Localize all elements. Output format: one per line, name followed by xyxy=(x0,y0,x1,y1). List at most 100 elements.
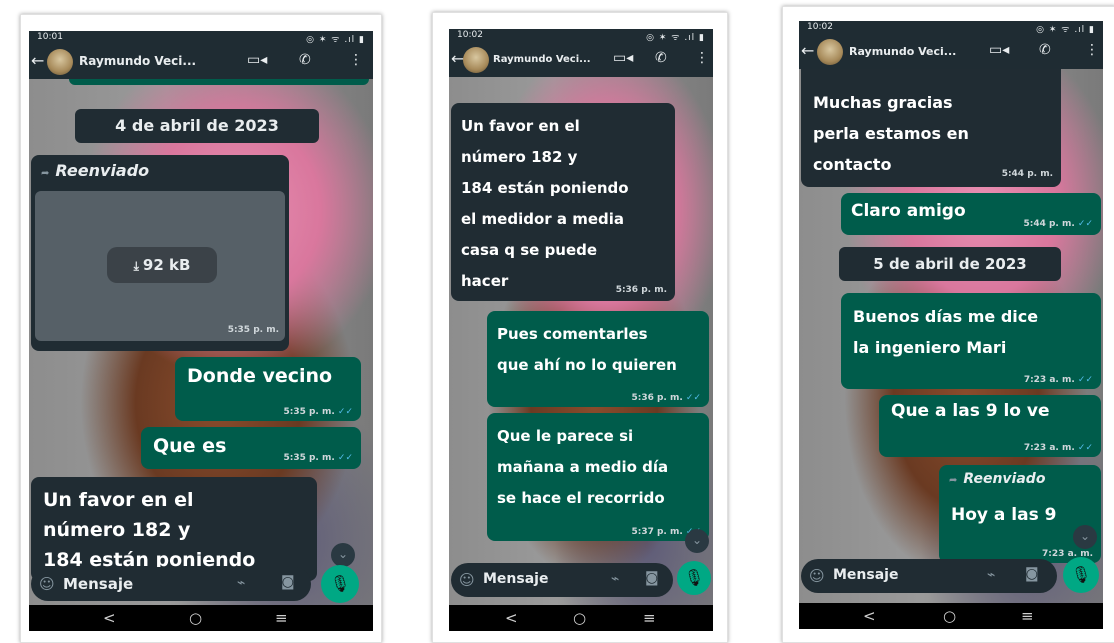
date-chip: 5 de abril de 2023 xyxy=(839,247,1061,281)
contact-avatar[interactable] xyxy=(47,49,73,75)
forwarded-label: ➦ Reenviado xyxy=(949,471,1045,487)
phone-call-icon[interactable]: ✆ xyxy=(1039,42,1051,58)
mic-button[interactable]: 🎙 xyxy=(677,561,711,595)
nav-recent-icon[interactable]: ≡ xyxy=(643,609,656,627)
message-text: Que le parece si mañana a medio día se h… xyxy=(497,427,669,507)
outgoing-message[interactable]: Claro amigo 5:44 p. m. ✓✓ xyxy=(841,193,1101,235)
video-call-icon[interactable]: ▭◂ xyxy=(613,50,633,66)
contact-name[interactable]: Raymundo Veci... xyxy=(493,54,591,65)
message-input[interactable]: Mensaje xyxy=(833,567,898,583)
outgoing-message[interactable]: Donde vecino 5:35 p. m. ✓✓ xyxy=(175,357,361,421)
nav-recent-icon[interactable]: ≡ xyxy=(1021,607,1034,625)
menu-icon[interactable]: ⋮ xyxy=(695,50,709,66)
forwarded-outgoing-message[interactable]: ➦ Reenviado Hoy a las 9 7:23 a. m. xyxy=(939,465,1101,563)
nav-back-icon[interactable]: < xyxy=(103,609,116,627)
android-nav-bar: < ○ ≡ xyxy=(29,605,373,631)
scroll-down-button[interactable]: ⌄ xyxy=(331,543,355,567)
contact-avatar[interactable] xyxy=(817,39,843,65)
back-arrow-icon[interactable]: ← xyxy=(801,41,814,60)
scroll-down-button[interactable]: ⌄ xyxy=(685,529,709,553)
status-time: 10:02 xyxy=(807,22,833,32)
scroll-down-button[interactable]: ⌄ xyxy=(1073,525,1097,549)
forwarded-text: Reenviado xyxy=(55,161,150,180)
video-call-icon[interactable]: ▭◂ xyxy=(989,42,1009,58)
camera-icon[interactable]: ◙ xyxy=(1025,566,1039,582)
status-bar: 10:01 ◎ ✶ ᯤ .ıl ▮ xyxy=(29,31,373,45)
message-text: Hoy a las 9 xyxy=(951,505,1057,525)
read-check-icon: ✓✓ xyxy=(337,453,353,463)
download-icon: ⤓ xyxy=(133,259,139,273)
forwarded-file-message[interactable]: ➦ Reenviado ⤓ 92 kB 5:35 p. m. xyxy=(31,155,289,351)
forward-icon: ➦ xyxy=(949,475,958,486)
contact-avatar[interactable] xyxy=(463,47,489,73)
screenshot-panel-3: 10:02 ◎ ✶ ᯤ .ıl ▮ ← Raymundo Veci... ▭◂ … xyxy=(782,6,1114,643)
emoji-icon[interactable]: ☺ xyxy=(809,567,825,585)
message-text: Pues comentarles que ahí no lo quieren xyxy=(497,325,677,374)
file-size: 92 kB xyxy=(142,256,191,274)
status-icons: ◎ ✶ ᯤ .ıl ▮ xyxy=(646,33,705,43)
message-input[interactable]: Mensaje xyxy=(483,571,548,587)
read-check-icon: ✓✓ xyxy=(1077,219,1093,229)
chat-header: ← Raymundo Veci... ▭◂ ✆ ⋮ xyxy=(799,35,1103,69)
status-time: 10:01 xyxy=(37,32,63,42)
message-text: Un favor en el número 182 y 184 están po… xyxy=(461,117,629,290)
attach-icon[interactable]: ⌁ xyxy=(987,567,995,583)
nav-home-icon[interactable]: ○ xyxy=(573,609,586,627)
outgoing-message[interactable]: Buenos días me dice la ingeniero Mari 7:… xyxy=(841,293,1101,389)
mic-button[interactable]: 🎙 xyxy=(1063,557,1099,593)
message-time: 5:44 p. m. xyxy=(1001,169,1053,179)
android-nav-bar: < ○ ≡ xyxy=(449,605,713,631)
nav-recent-icon[interactable]: ≡ xyxy=(275,609,288,627)
contact-name[interactable]: Raymundo Veci... xyxy=(79,54,196,68)
attach-icon[interactable]: ⌁ xyxy=(237,575,245,591)
incoming-message[interactable]: Muchas gracias perla estamos en contacto… xyxy=(801,69,1061,187)
emoji-icon[interactable]: ☺ xyxy=(459,571,475,589)
message-composer[interactable]: ☺ Mensaje ⌁ ◙ xyxy=(31,567,311,601)
outgoing-message[interactable]: Que es 5:35 p. m. ✓✓ xyxy=(141,427,361,469)
nav-home-icon[interactable]: ○ xyxy=(189,609,202,627)
message-input[interactable]: Mensaje xyxy=(63,575,133,593)
mic-button[interactable]: 🎙 xyxy=(321,565,359,603)
camera-icon[interactable]: ◙ xyxy=(281,574,295,590)
nav-home-icon[interactable]: ○ xyxy=(943,607,956,625)
chat-header: ← Raymundo Veci... ▭◂ ✆ ⋮ xyxy=(449,43,713,77)
emoji-icon[interactable]: ☺ xyxy=(39,575,55,593)
message-text: Claro amigo xyxy=(851,201,966,221)
back-arrow-icon[interactable]: ← xyxy=(31,51,44,70)
camera-icon[interactable]: ◙ xyxy=(645,570,659,586)
message-time: 5:44 p. m. ✓✓ xyxy=(1023,219,1093,229)
incoming-message[interactable]: Un favor en el número 182 y 184 están po… xyxy=(451,103,675,301)
message-time: 7:23 a. m. ✓✓ xyxy=(1023,443,1093,453)
outgoing-message[interactable]: Que a las 9 lo ve 7:23 a. m. ✓✓ xyxy=(879,395,1101,457)
file-preview[interactable]: ⤓ 92 kB 5:35 p. m. xyxy=(35,191,285,341)
message-time: 5:36 p. m. ✓✓ xyxy=(631,393,701,403)
status-bar: 10:02 ◎ ✶ ᯤ .ıl ▮ xyxy=(799,21,1103,35)
phone-screen-1: 10:01 ◎ ✶ ᯤ .ıl ▮ ← Raymundo Veci... ▭◂ … xyxy=(29,31,373,631)
outgoing-message[interactable]: Que le parece si mañana a medio día se h… xyxy=(487,413,709,541)
forwarded-text: Reenviado xyxy=(963,471,1046,487)
incoming-message[interactable]: Un favor en el número 182 y 184 están po… xyxy=(31,477,317,581)
message-time: 5:35 p. m. xyxy=(227,325,279,335)
phone-screen-2: 10:02 ◎ ✶ ᯤ .ıl ▮ ← Raymundo Veci... ▭◂ … xyxy=(449,29,713,631)
message-text: Buenos días me dice la ingeniero Mari xyxy=(853,307,1039,357)
phone-call-icon[interactable]: ✆ xyxy=(299,52,311,68)
status-icons: ◎ ✶ ᯤ .ıl ▮ xyxy=(306,35,365,45)
message-composer[interactable]: ☺ Mensaje ⌁ ◙ xyxy=(451,563,673,597)
attach-icon[interactable]: ⌁ xyxy=(611,571,619,587)
status-icons: ◎ ✶ ᯤ .ıl ▮ xyxy=(1036,25,1095,35)
nav-back-icon[interactable]: < xyxy=(863,607,876,625)
read-check-icon: ✓✓ xyxy=(1077,375,1093,385)
message-text: Que es xyxy=(153,435,227,457)
download-button[interactable]: ⤓ 92 kB xyxy=(107,247,217,283)
contact-name[interactable]: Raymundo Veci... xyxy=(849,45,956,58)
phone-call-icon[interactable]: ✆ xyxy=(655,50,667,66)
phone-screen-3: 10:02 ◎ ✶ ᯤ .ıl ▮ ← Raymundo Veci... ▭◂ … xyxy=(799,21,1103,629)
message-text: Donde vecino xyxy=(187,365,333,387)
video-call-icon[interactable]: ▭◂ xyxy=(247,52,267,68)
message-composer[interactable]: ☺ Mensaje ⌁ ◙ xyxy=(801,559,1057,593)
outgoing-message[interactable]: Pues comentarles que ahí no lo quieren 5… xyxy=(487,311,709,407)
nav-back-icon[interactable]: < xyxy=(505,609,518,627)
menu-icon[interactable]: ⋮ xyxy=(1085,42,1099,58)
read-check-icon: ✓✓ xyxy=(1077,443,1093,453)
menu-icon[interactable]: ⋮ xyxy=(349,52,363,68)
